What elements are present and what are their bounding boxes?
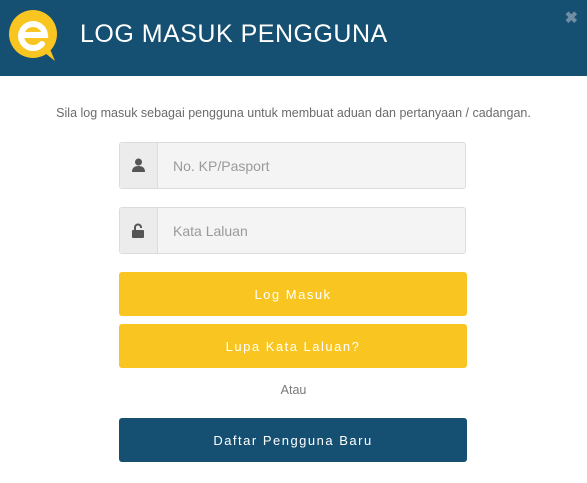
forgot-password-button[interactable]: Lupa Kata Laluan? (119, 324, 467, 368)
id-field-addon (120, 143, 158, 188)
unlock-icon (132, 223, 144, 238)
modal-title: LOG MASUK PENGGUNA (80, 20, 388, 48)
id-field (119, 142, 466, 189)
password-input[interactable] (158, 208, 465, 253)
user-icon (132, 158, 145, 172)
modal-header: LOG MASUK PENGGUNA ✖ (0, 0, 587, 76)
password-field (119, 207, 466, 254)
id-number-input[interactable] (158, 143, 465, 188)
login-button[interactable]: Log Masuk (119, 272, 467, 316)
close-icon[interactable]: ✖ (565, 11, 578, 27)
e-logo-icon (9, 10, 57, 61)
or-divider-text: Atau (280, 383, 307, 397)
password-field-addon (120, 208, 158, 253)
register-button[interactable]: Daftar Pengguna Baru (119, 418, 467, 462)
login-modal: LOG MASUK PENGGUNA ✖ Sila log masuk seba… (0, 0, 587, 483)
intro-text: Sila log masuk sebagai pengguna untuk me… (56, 106, 531, 120)
